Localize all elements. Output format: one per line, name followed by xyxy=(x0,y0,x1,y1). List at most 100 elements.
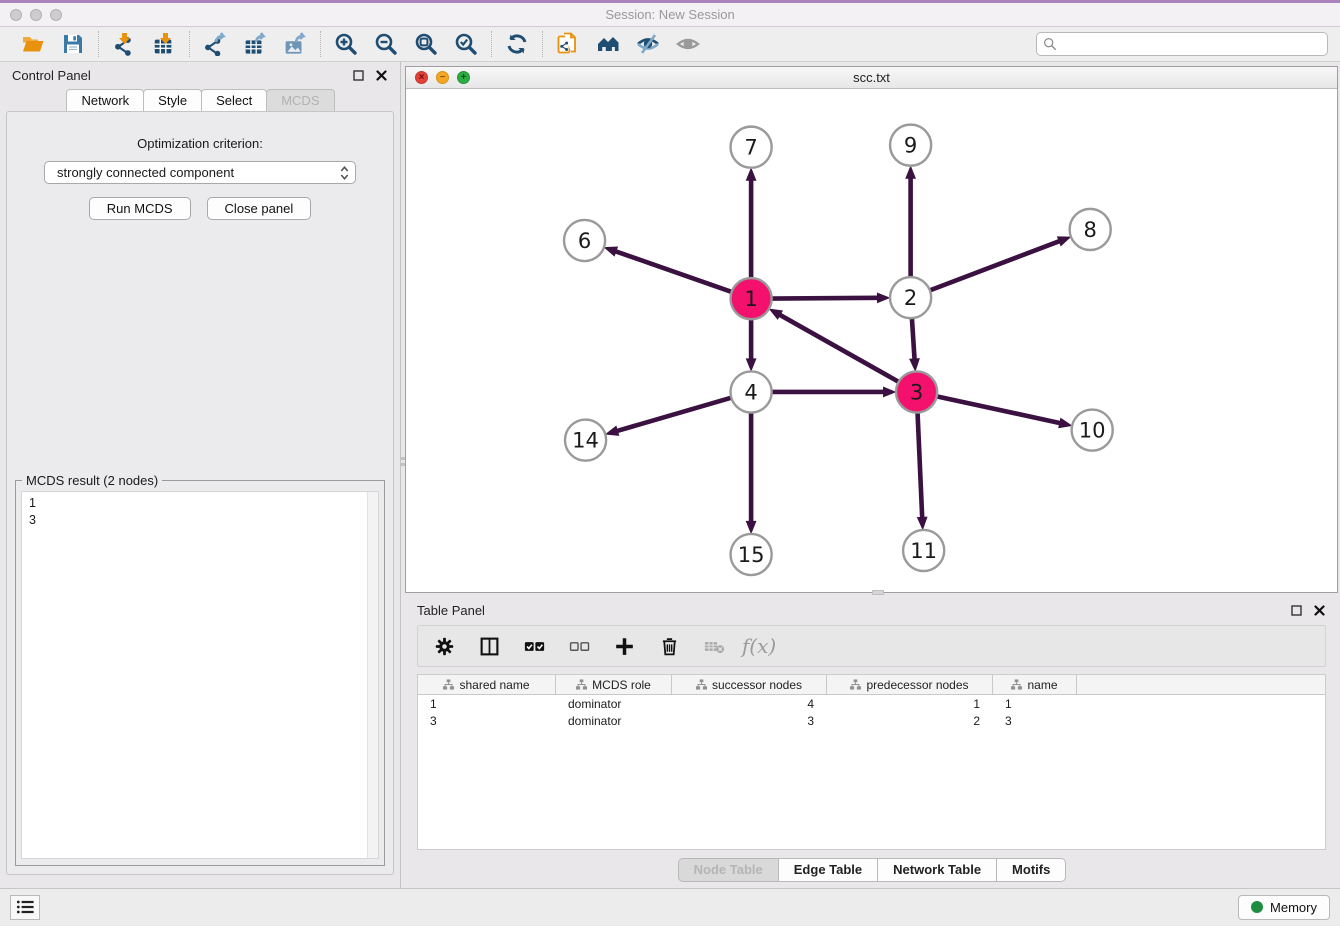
tab-motifs[interactable]: Motifs xyxy=(996,858,1066,882)
node-3[interactable]: 3 xyxy=(896,371,937,412)
tab-select[interactable]: Select xyxy=(201,89,267,112)
clone-network-icon[interactable] xyxy=(555,31,581,57)
zoom-out-icon[interactable] xyxy=(373,31,399,57)
network-minimize-icon[interactable]: − xyxy=(436,71,449,84)
task-history-button[interactable] xyxy=(10,895,40,920)
hide-details-icon[interactable] xyxy=(635,31,661,57)
cell-predecessor-nodes[interactable]: 2 xyxy=(827,712,993,729)
column-header-shared-name[interactable]: shared name xyxy=(418,675,556,694)
node-6[interactable]: 6 xyxy=(564,220,605,261)
tab-network-table[interactable]: Network Table xyxy=(877,858,997,882)
node-11[interactable]: 11 xyxy=(903,530,944,571)
save-session-icon[interactable] xyxy=(60,31,86,57)
edge-4-14[interactable] xyxy=(605,398,732,436)
maximize-window-icon[interactable] xyxy=(50,9,62,21)
horizontal-splitter-handle[interactable] xyxy=(872,590,884,595)
column-header-successor-nodes[interactable]: successor nodes xyxy=(672,675,827,694)
run-mcds-button[interactable]: Run MCDS xyxy=(89,197,191,220)
edge-1-4[interactable] xyxy=(746,319,757,372)
node-14[interactable]: 14 xyxy=(565,420,606,461)
cell-shared-name[interactable]: 3 xyxy=(418,712,556,729)
column-header-MCDS-role[interactable]: MCDS role xyxy=(556,675,672,694)
table-row[interactable]: 3dominator323 xyxy=(418,712,1325,729)
edge-3-11[interactable] xyxy=(917,413,928,531)
tab-mcds[interactable]: MCDS xyxy=(266,89,334,112)
edge-3-10[interactable] xyxy=(937,396,1073,428)
cell-name[interactable]: 3 xyxy=(993,712,1077,729)
export-table-icon[interactable] xyxy=(242,31,268,57)
close-table-panel-icon[interactable] xyxy=(1313,604,1326,617)
network-close-icon[interactable]: × xyxy=(415,71,428,84)
deselect-all-icon[interactable] xyxy=(567,634,591,658)
table-row[interactable]: 1dominator411 xyxy=(418,695,1325,712)
column-header-predecessor-nodes[interactable]: predecessor nodes xyxy=(827,675,993,694)
cell-MCDS-role[interactable]: dominator xyxy=(556,695,672,712)
birdseye-icon[interactable] xyxy=(675,31,701,57)
cell-MCDS-role[interactable]: dominator xyxy=(556,712,672,729)
tab-network[interactable]: Network xyxy=(66,89,144,112)
edge-1-6[interactable] xyxy=(604,246,732,291)
select-all-icon[interactable] xyxy=(522,634,546,658)
edge-3-1[interactable] xyxy=(769,309,899,382)
tab-node-table[interactable]: Node Table xyxy=(678,858,779,882)
float-table-panel-icon[interactable] xyxy=(1290,604,1303,617)
network-canvas[interactable]: 7 9 6 8 1 2 4 3 14 10 15 11 xyxy=(406,89,1337,592)
edge-4-3[interactable] xyxy=(772,387,897,398)
criterion-select[interactable]: strongly connected component xyxy=(44,161,356,184)
edge-2-8[interactable] xyxy=(930,236,1072,290)
export-network-icon[interactable] xyxy=(202,31,228,57)
edge-1-2[interactable] xyxy=(772,292,891,303)
node-7[interactable]: 7 xyxy=(731,127,772,168)
zoom-selected-icon[interactable] xyxy=(453,31,479,57)
list-icon xyxy=(16,899,34,915)
cell-successor-nodes[interactable]: 4 xyxy=(672,695,827,712)
import-table-icon[interactable] xyxy=(151,31,177,57)
cell-predecessor-nodes[interactable]: 1 xyxy=(827,695,993,712)
edge-4-15[interactable] xyxy=(746,413,757,535)
edge-1-7[interactable] xyxy=(746,167,757,278)
result-scrollbar[interactable] xyxy=(367,492,378,858)
vertical-splitter-handle[interactable] xyxy=(401,457,405,479)
zoom-in-icon[interactable] xyxy=(333,31,359,57)
edge-2-3[interactable] xyxy=(909,318,920,372)
node-10[interactable]: 10 xyxy=(1072,410,1113,451)
gear-icon[interactable] xyxy=(432,634,456,658)
network-window-titlebar[interactable]: × − + scc.txt xyxy=(406,67,1337,89)
search-input[interactable] xyxy=(1061,37,1321,52)
tab-edge-table[interactable]: Edge Table xyxy=(778,858,878,882)
close-window-icon[interactable] xyxy=(10,9,22,21)
zoom-fit-icon[interactable] xyxy=(413,31,439,57)
network-maximize-icon[interactable]: + xyxy=(457,71,470,84)
node-9[interactable]: 9 xyxy=(890,125,931,166)
node-1[interactable]: 1 xyxy=(731,278,772,319)
delete-icon[interactable] xyxy=(657,634,681,658)
search-box[interactable] xyxy=(1036,32,1328,56)
cell-shared-name[interactable]: 1 xyxy=(418,695,556,712)
close-panel-icon[interactable] xyxy=(375,69,388,82)
column-icon[interactable] xyxy=(477,634,501,658)
table-panel: Table Panel f(x) shared nameMCDS rolesuc… xyxy=(405,597,1338,888)
tab-style[interactable]: Style xyxy=(143,89,202,112)
node-4[interactable]: 4 xyxy=(731,371,772,412)
close-panel-button[interactable]: Close panel xyxy=(207,197,312,220)
float-panel-icon[interactable] xyxy=(352,69,365,82)
node-15[interactable]: 15 xyxy=(731,534,772,575)
node-2[interactable]: 2 xyxy=(890,277,931,318)
import-network-icon[interactable] xyxy=(111,31,137,57)
cell-successor-nodes[interactable]: 3 xyxy=(672,712,827,729)
tree-icon xyxy=(576,679,587,690)
tree-icon xyxy=(1011,679,1022,690)
column-header-name[interactable]: name xyxy=(993,675,1077,694)
node-label: 10 xyxy=(1079,417,1106,442)
mcds-result-title: MCDS result (2 nodes) xyxy=(22,473,162,488)
memory-button[interactable]: Memory xyxy=(1238,895,1330,920)
refresh-icon[interactable] xyxy=(504,31,530,57)
minimize-window-icon[interactable] xyxy=(30,9,42,21)
home-icon[interactable] xyxy=(595,31,621,57)
edge-2-9[interactable] xyxy=(905,165,916,277)
export-image-icon[interactable] xyxy=(282,31,308,57)
node-8[interactable]: 8 xyxy=(1070,209,1111,250)
cell-name[interactable]: 1 xyxy=(993,695,1077,712)
open-session-icon[interactable] xyxy=(20,31,46,57)
add-icon[interactable] xyxy=(612,634,636,658)
